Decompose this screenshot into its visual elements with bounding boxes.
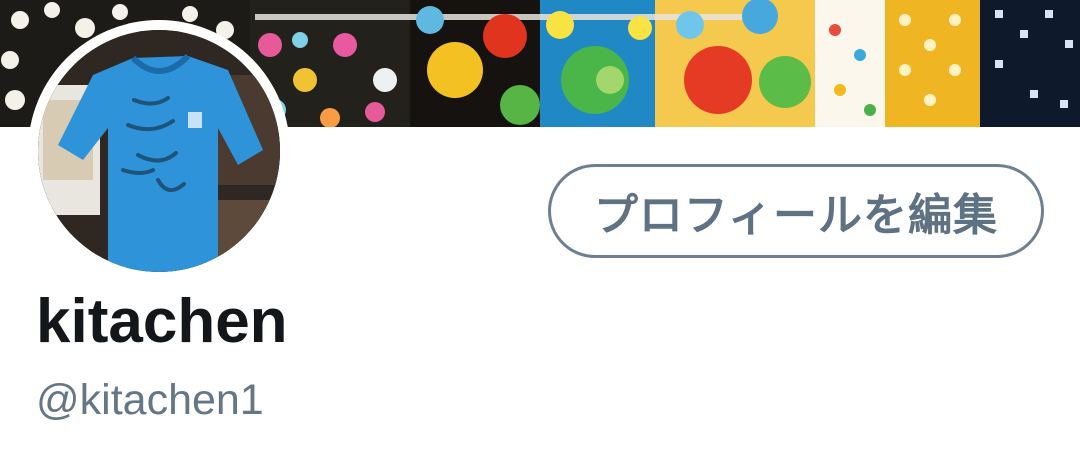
avatar-image xyxy=(38,30,280,272)
avatar-frame[interactable] xyxy=(28,20,290,282)
display-name: kitachen xyxy=(36,287,288,356)
edit-profile-button[interactable]: プロフィールを編集 xyxy=(548,164,1044,258)
avatar[interactable] xyxy=(38,30,280,272)
user-handle: @kitachen1 xyxy=(36,376,264,424)
profile-header: プロフィールを編集 kitachen @kitachen1 xyxy=(0,0,1080,453)
